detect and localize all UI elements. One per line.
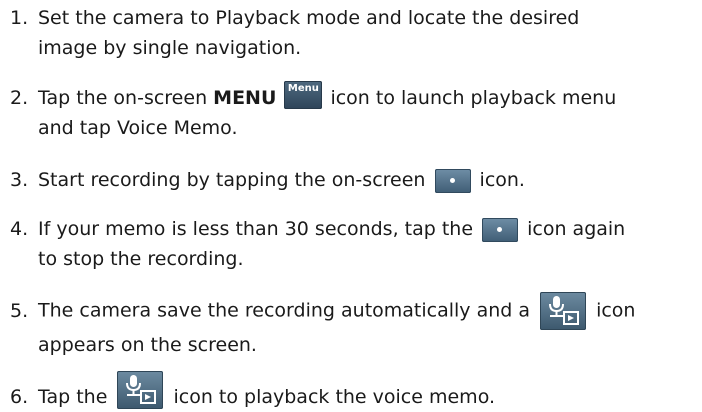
step-text-tail: icon to launch playback menu (324, 87, 617, 109)
step-text-continued: and tap Voice Memo. (38, 117, 238, 139)
step-text: Tap the on-screen (38, 87, 214, 109)
step-text: If your memo is less than 30 seconds, ta… (38, 218, 480, 240)
record-icon (434, 168, 471, 193)
step-number: 1. (10, 7, 29, 29)
step-text: Start recording by tapping the on-screen (38, 169, 432, 191)
step-number: 4. (10, 218, 29, 240)
step-text-tail: icon again (521, 218, 626, 240)
step-number: 2. (10, 87, 29, 109)
step-text-tail: icon (590, 299, 636, 322)
step-text: Set the camera to Playback mode and loca… (38, 7, 580, 29)
instruction-list: 1. Set the camera to Playback mode and lo… (0, 0, 702, 409)
step-text: Tap the (38, 386, 114, 408)
step-4: 4. If your memo is less than 30 seconds, … (10, 214, 625, 274)
voice-memo-icon (540, 292, 587, 330)
step-number: 3. (10, 169, 29, 191)
step-6: 6. Tap the icon to playback the voice mem… (10, 371, 495, 412)
step-number: 6. (10, 386, 29, 408)
step-text-continued: appears on the screen. (38, 334, 257, 356)
record-icon (482, 217, 519, 242)
step-5: 5. The camera save the recording automati… (10, 292, 635, 360)
menu-keyword: MENU (213, 87, 277, 109)
voice-memo-icon (117, 371, 164, 409)
step-number: 5. (10, 299, 29, 322)
step-text-tail: icon to playback the voice memo. (167, 386, 496, 408)
step-1: 1. Set the camera to Playback mode and lo… (10, 3, 579, 63)
step-3: 3. Start recording by tapping the on-scre… (10, 165, 525, 195)
step-text: The camera save the recording automatica… (38, 299, 537, 322)
step-text-tail: icon. (473, 169, 525, 191)
step-text-continued: to stop the recording. (38, 248, 244, 270)
step-2: 2. Tap the on-screen MENU Menu icon to la… (10, 81, 617, 143)
menu-icon-label: Menu (287, 83, 319, 94)
step-text-continued: image by single navigation. (38, 37, 302, 59)
menu-icon: Menu (284, 81, 323, 109)
